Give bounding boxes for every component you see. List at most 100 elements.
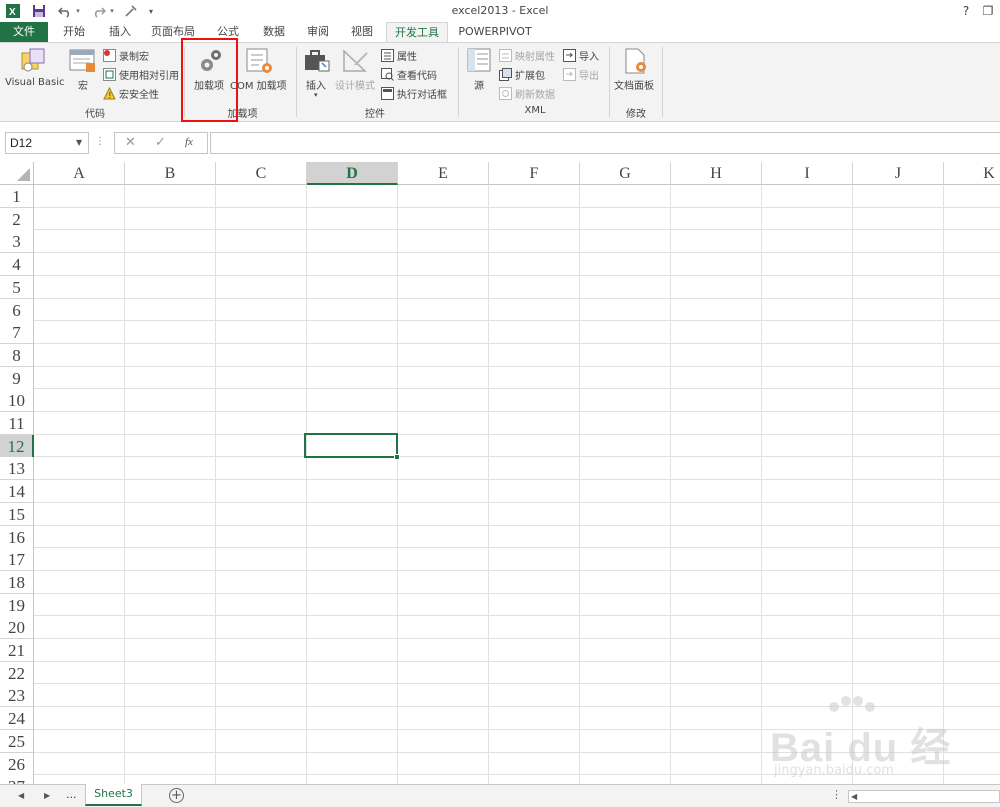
sheet-more-button[interactable]: ... (66, 788, 77, 801)
column-header-f[interactable]: F (489, 162, 580, 185)
com-addins-icon (245, 47, 275, 75)
select-all-button[interactable] (0, 162, 34, 185)
row-header-11[interactable]: 11 (0, 412, 34, 435)
tab-review[interactable]: 审阅 (296, 22, 340, 42)
row-header-10[interactable]: 10 (0, 389, 34, 413)
expansion-packs-button[interactable]: 扩展包 (499, 66, 545, 82)
xml-import-button[interactable]: 导入 (563, 47, 599, 63)
row-header-13[interactable]: 13 (0, 457, 34, 481)
insert-function-icon[interactable]: fx (185, 136, 193, 148)
row-header-26[interactable]: 26 (0, 752, 34, 776)
tab-view[interactable]: 视图 (340, 22, 384, 42)
row-header-9[interactable]: 9 (0, 366, 34, 390)
column-header-h[interactable]: H (671, 162, 762, 185)
run-dialog-button[interactable]: 执行对话框 (381, 85, 447, 101)
fill-handle[interactable] (394, 454, 400, 460)
row-header-24[interactable]: 24 (0, 707, 34, 731)
view-code-button[interactable]: 查看代码 (381, 66, 437, 82)
xml-source-button[interactable]: 源 (474, 77, 484, 92)
sheet-prev-icon[interactable]: ◀ (18, 791, 24, 800)
tab-developer[interactable]: 开发工具 (386, 22, 448, 43)
horizontal-scrollbar[interactable]: ◀ (848, 790, 1000, 803)
row-header-23[interactable]: 23 (0, 684, 34, 708)
confirm-entry-icon[interactable]: ✓ (155, 135, 166, 150)
view-code-icon (381, 67, 394, 81)
macros-button[interactable]: 宏 (78, 77, 88, 92)
column-header-k[interactable]: K (944, 162, 1000, 185)
row-header-18[interactable]: 18 (0, 570, 34, 594)
gridline-horizontal (34, 365, 1000, 367)
xml-export-button[interactable]: 导出 (563, 66, 599, 82)
group-label-code: 代码 (85, 109, 105, 120)
row-header-3[interactable]: 3 (0, 230, 34, 254)
gridline-horizontal (34, 479, 1000, 481)
scroll-left-icon[interactable]: ◀ (851, 792, 857, 801)
formula-input[interactable] (210, 132, 1000, 154)
tab-file[interactable]: 文件 (0, 22, 48, 42)
row-header-8[interactable]: 8 (0, 343, 34, 367)
addins-highlight-box (181, 38, 238, 122)
insert-controls-button[interactable]: 插入 (306, 77, 326, 92)
gridline-horizontal (34, 320, 1000, 322)
column-header-c[interactable]: C (216, 162, 307, 185)
worksheet-grid[interactable]: ABCDEFGHIJK 1 2 3 4 5 6 7 8 9 10 11 12 13 14 15 16 17 18 1… (0, 162, 1000, 784)
column-header-g[interactable]: G (580, 162, 671, 185)
help-button[interactable]: ? (956, 2, 976, 20)
sheet-tab-bar: ◀ ▶ ... Sheet3 + ⋮ ◀ (0, 784, 1000, 807)
row-header-14[interactable]: 14 (0, 480, 34, 504)
row-header-5[interactable]: 5 (0, 275, 34, 299)
row-header-2[interactable]: 2 (0, 207, 34, 231)
active-cell-d12[interactable] (304, 433, 398, 458)
column-header-b[interactable]: B (125, 162, 216, 185)
tab-insert[interactable]: 插入 (98, 22, 142, 42)
ribbon-display-options-icon[interactable]: ❐ (978, 2, 998, 20)
sheet-next-icon[interactable]: ▶ (44, 791, 50, 800)
macro-security-button[interactable]: ! 宏安全性 (103, 85, 159, 101)
row-header-4[interactable]: 4 (0, 253, 34, 277)
row-header-15[interactable]: 15 (0, 502, 34, 526)
refresh-data-button[interactable]: 刷新数据 (499, 85, 555, 101)
use-relative-references-button[interactable]: 使用相对引用 (103, 66, 179, 82)
cancel-entry-icon[interactable]: ✕ (125, 135, 136, 150)
visual-basic-button[interactable]: Visual Basic (5, 77, 65, 88)
insert-dropdown-icon[interactable]: ▾ (314, 91, 318, 99)
record-macro-button[interactable]: 录制宏 (103, 47, 149, 63)
row-header-6[interactable]: 6 (0, 298, 34, 322)
tab-data[interactable]: 数据 (252, 22, 296, 42)
column-header-i[interactable]: I (762, 162, 853, 185)
row-header-7[interactable]: 7 (0, 321, 34, 345)
name-box-dropdown-icon[interactable]: ▼ (76, 138, 82, 147)
tab-powerpivot[interactable]: POWERPIVOT (452, 22, 538, 42)
row-header-22[interactable]: 22 (0, 661, 34, 685)
row-header-12[interactable]: 12 (0, 434, 34, 458)
properties-button[interactable]: 属性 (381, 47, 417, 63)
record-macro-icon (103, 48, 116, 62)
design-mode-button[interactable]: 设计模式 (335, 77, 375, 92)
gridline-horizontal (34, 683, 1000, 685)
row-header-21[interactable]: 21 (0, 639, 34, 662)
expansion-packs-icon (499, 67, 512, 81)
sheet-tab-sheet3[interactable]: Sheet3 (85, 784, 142, 806)
row-header-25[interactable]: 25 (0, 729, 34, 753)
add-sheet-icon[interactable]: + (169, 788, 184, 803)
column-header-e[interactable]: E (398, 162, 489, 185)
tab-home[interactable]: 开始 (52, 22, 96, 42)
column-header-j[interactable]: J (853, 162, 944, 185)
row-header-19[interactable]: 19 (0, 593, 34, 617)
map-properties-button[interactable]: 映射属性 (499, 47, 555, 63)
row-header-17[interactable]: 17 (0, 548, 34, 572)
row-header-20[interactable]: 20 (0, 616, 34, 640)
column-header-d[interactable]: D (307, 162, 398, 185)
ribbon-tabs: 文件 开始 插入 页面布局 公式 数据 审阅 视图 开发工具 POWERPIVO… (0, 22, 1000, 43)
column-header-a[interactable]: A (34, 162, 125, 185)
document-panel-button[interactable]: 文档面板 (614, 77, 654, 92)
com-addins-button[interactable]: COM 加载项 (230, 77, 287, 92)
select-all-triangle-icon (17, 168, 30, 181)
row-header-1[interactable]: 1 (0, 185, 34, 208)
visual-basic-icon (18, 47, 48, 75)
row-header-16[interactable]: 16 (0, 525, 34, 549)
design-mode-icon (341, 47, 371, 75)
gridline-horizontal (34, 638, 1000, 639)
scroll-split-icon[interactable]: ⋮ (831, 788, 842, 801)
row-header-27[interactable]: 27 (0, 775, 34, 784)
